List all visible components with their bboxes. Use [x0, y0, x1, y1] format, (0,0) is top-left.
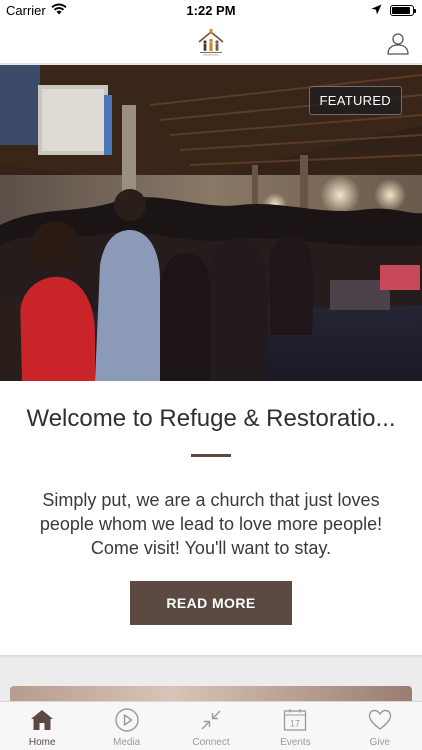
heart-icon	[368, 709, 392, 730]
featured-title: Welcome to Refuge & Restoratio...	[26, 405, 396, 432]
tab-events[interactable]: 17 Events	[253, 702, 337, 750]
connect-arrows-icon	[201, 710, 221, 730]
profile-button[interactable]	[386, 31, 410, 55]
calendar-icon: 17	[284, 709, 307, 731]
user-icon	[387, 33, 409, 55]
title-divider	[191, 454, 231, 457]
status-time: 1:22 PM	[186, 3, 236, 18]
read-more-button[interactable]: READ MORE	[130, 581, 292, 625]
app-screen: Carrier 1:22 PM FEATURED Welcome to Refu…	[0, 0, 422, 750]
tab-label-events: Events	[280, 737, 311, 748]
tab-give[interactable]: Give	[338, 702, 422, 750]
home-icon	[31, 710, 54, 730]
status-bar: Carrier 1:22 PM	[0, 0, 422, 22]
tab-label-give: Give	[369, 737, 391, 748]
tab-label-connect: Connect	[192, 737, 230, 748]
calendar-date: 17	[290, 719, 300, 729]
nav-bar	[0, 22, 422, 64]
featured-hero-image[interactable]: FEATURED	[0, 65, 422, 381]
tab-home[interactable]: Home	[0, 702, 84, 750]
featured-description: Simply put, we are a church that just lo…	[39, 490, 383, 558]
church-logo-icon[interactable]	[196, 28, 226, 58]
featured-card[interactable]: FEATURED Welcome to Refuge & Restoratio.…	[0, 65, 422, 655]
battery-level	[392, 7, 410, 14]
tab-label-home: Home	[28, 737, 56, 748]
tab-label-media: Media	[112, 737, 141, 748]
featured-badge: FEATURED	[308, 86, 402, 115]
tab-media[interactable]: Media	[84, 702, 168, 750]
battery-icon	[390, 5, 416, 16]
play-icon	[114, 708, 139, 732]
tab-bar: Home Media Connect 17 Events Give	[0, 701, 422, 750]
tab-connect[interactable]: Connect	[169, 702, 253, 750]
status-right	[371, 3, 416, 18]
location-arrow-icon	[371, 3, 382, 18]
